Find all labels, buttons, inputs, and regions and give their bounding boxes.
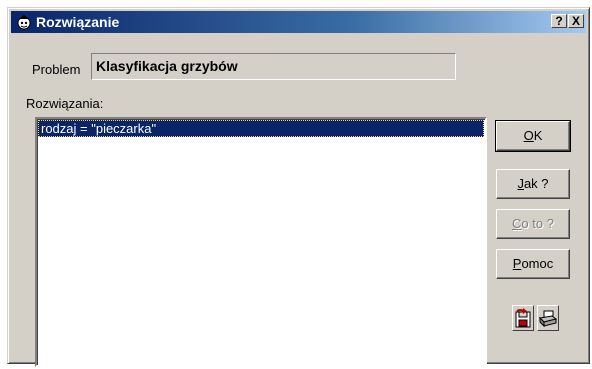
help-button[interactable]: Pomoc	[496, 249, 570, 279]
ok-mnemonic: O	[523, 128, 534, 143]
what-button[interactable]: Co to ?	[496, 209, 570, 239]
dialog-window: Rozwiązanie ? X Problem Klasyfikacja grz…	[7, 7, 590, 367]
how-label: ak ?	[523, 176, 549, 191]
problem-field: Klasyfikacja grzybów	[91, 53, 456, 80]
print-icon	[538, 310, 558, 328]
print-button[interactable]	[537, 305, 559, 331]
window-title: Rozwiązanie	[36, 14, 120, 30]
ok-label: K	[533, 128, 543, 143]
list-item[interactable]: rodzaj = "pieczarka"	[38, 120, 484, 137]
help-label: omoc	[521, 256, 554, 271]
ok-button[interactable]: OK	[495, 120, 571, 152]
what-label: o to ?	[521, 216, 554, 231]
solutions-list[interactable]: rodzaj = "pieczarka"	[35, 117, 487, 367]
help-title-button[interactable]: ?	[551, 14, 567, 28]
app-icon	[17, 15, 31, 30]
save-icon	[515, 308, 531, 328]
problem-label: Problem	[32, 62, 81, 77]
title-bar[interactable]: Rozwiązanie ? X	[11, 11, 586, 33]
solutions-label: Rozwiązania:	[26, 96, 104, 111]
what-mnemonic: C	[512, 216, 522, 231]
how-button[interactable]: Jak ?	[496, 169, 570, 199]
close-button[interactable]: X	[568, 14, 584, 28]
save-button[interactable]	[512, 305, 534, 331]
